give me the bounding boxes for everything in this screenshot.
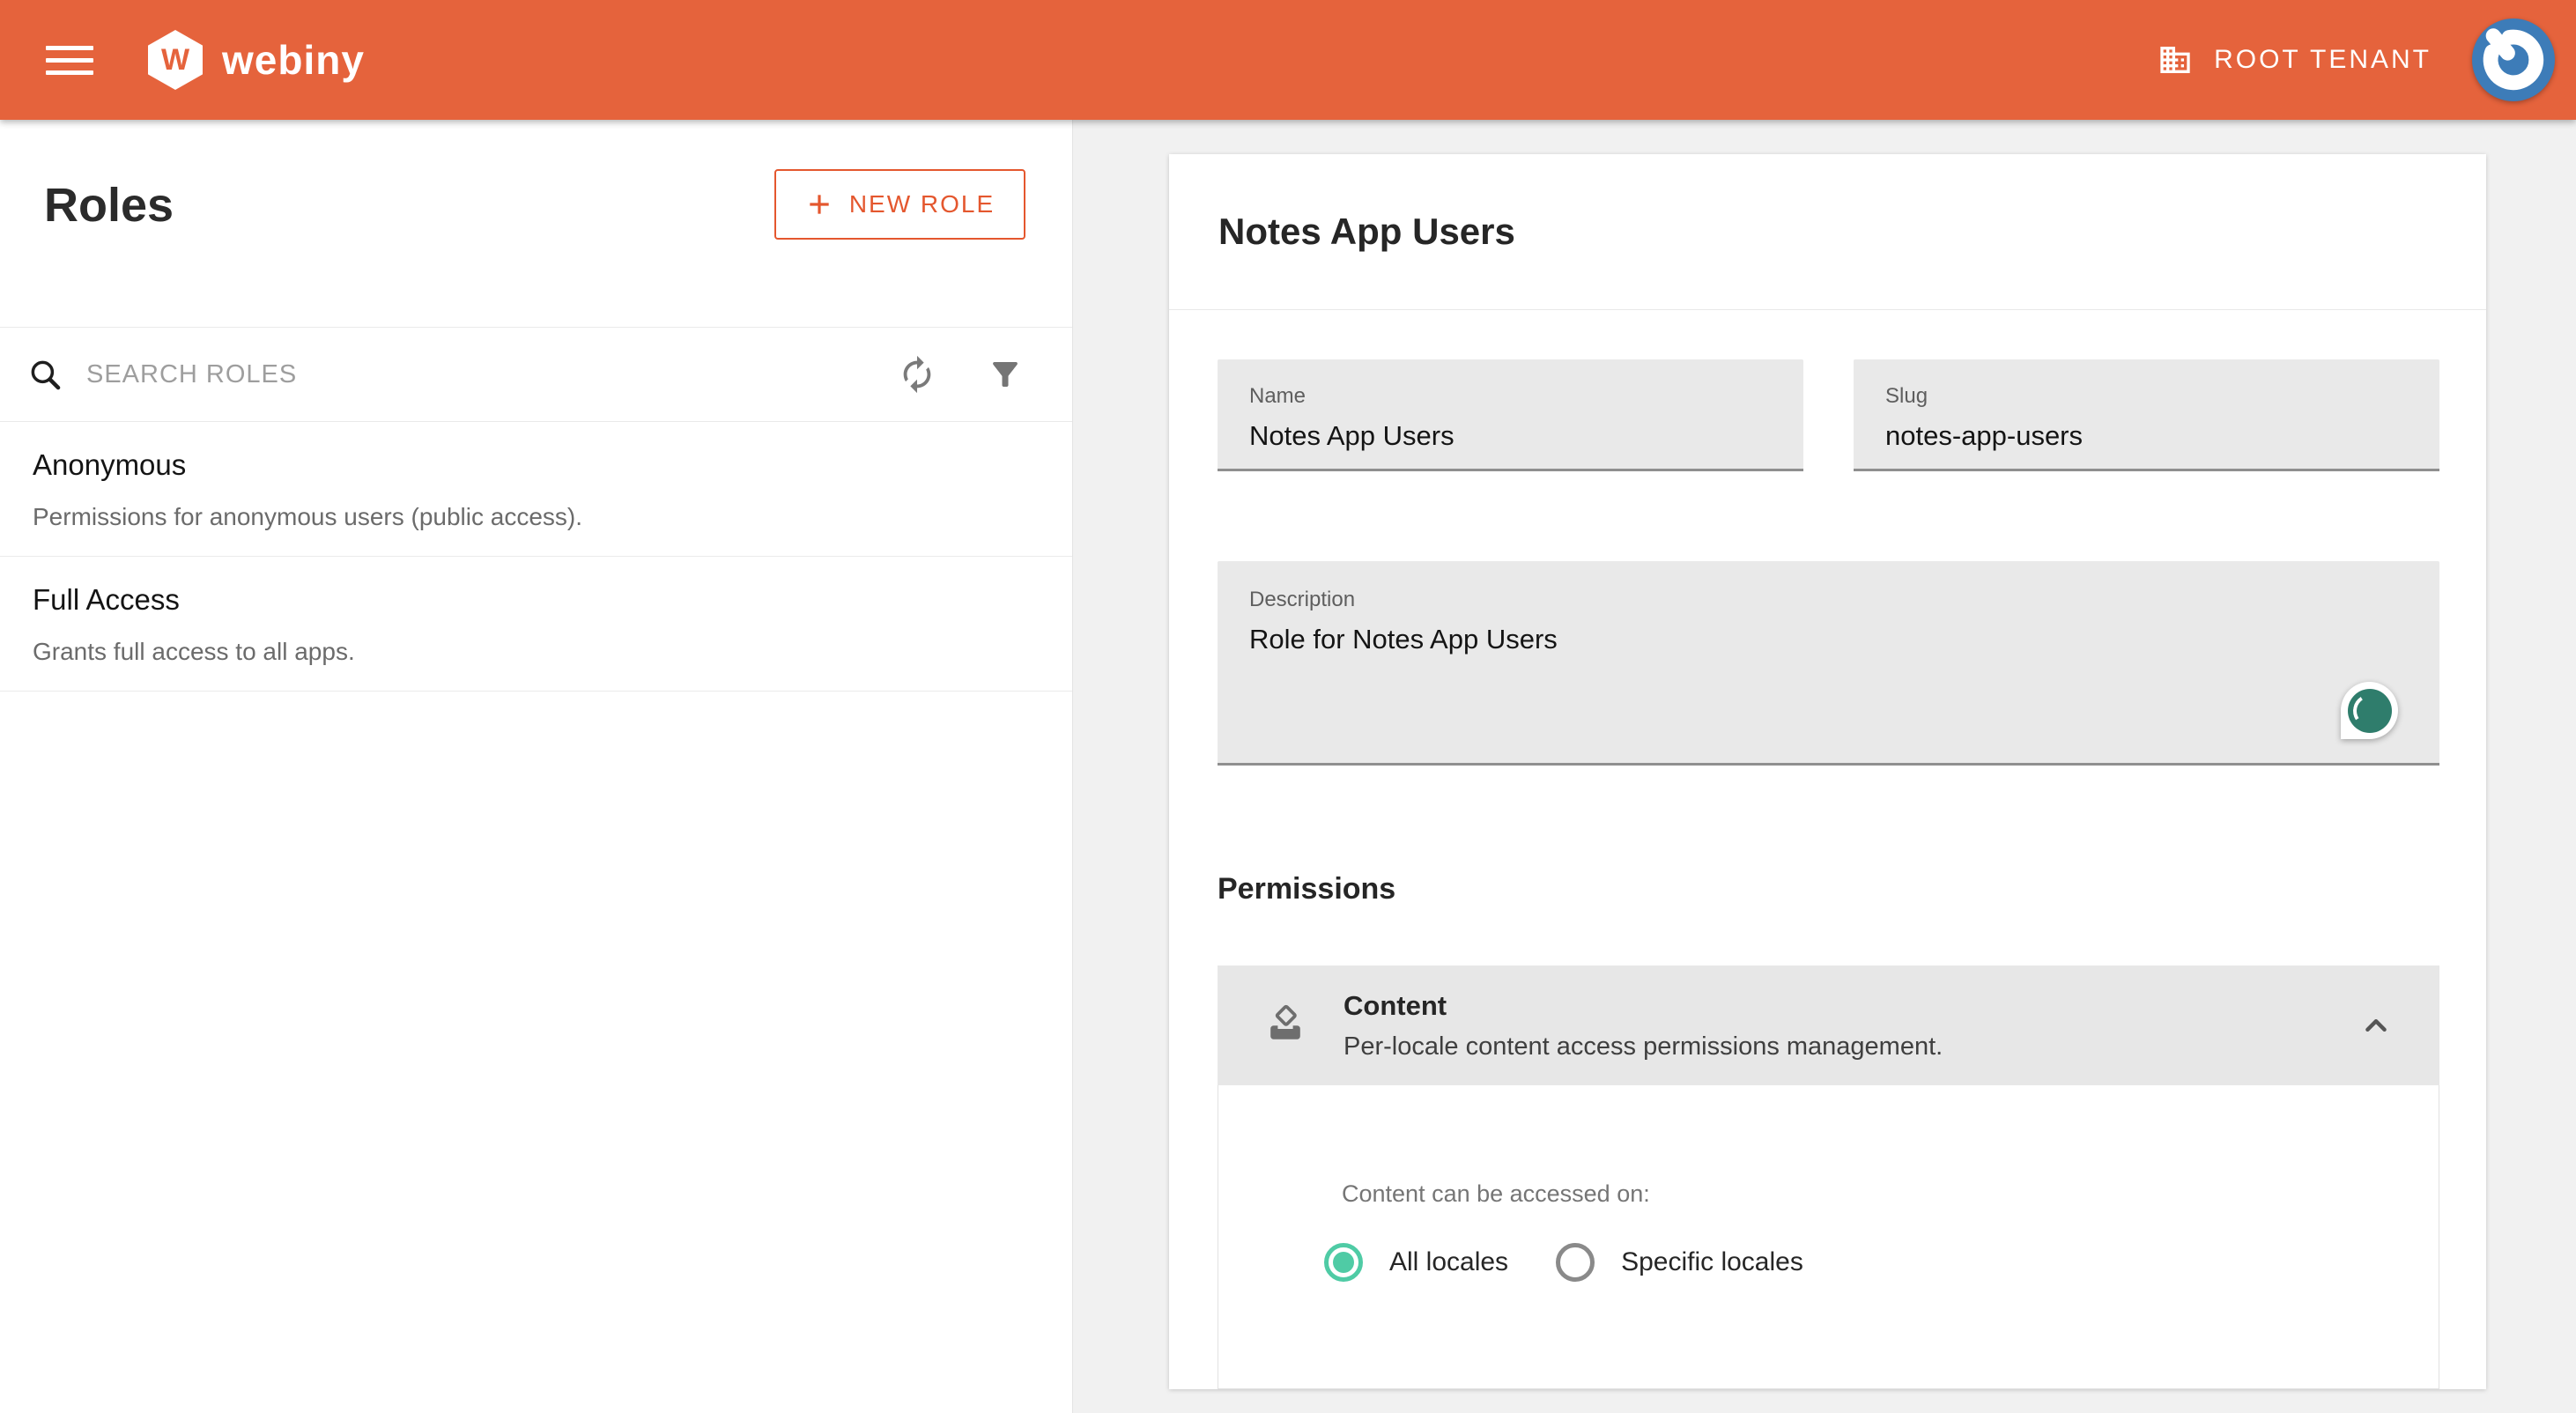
name-slug-row: Name Notes App Users Slug notes-app-user… xyxy=(1218,359,2439,471)
roles-sidebar: Roles NEW ROLE xyxy=(0,120,1073,1413)
sidebar-header: Roles NEW ROLE xyxy=(0,120,1072,327)
top-bar-right: ROOT TENANT xyxy=(2158,18,2576,101)
search-icon xyxy=(26,356,63,393)
radio-all-locales-label: All locales xyxy=(1389,1247,1508,1277)
radio-specific-locales-label: Specific locales xyxy=(1621,1247,1803,1277)
description-field-label: Description xyxy=(1249,588,2439,612)
description-field-value: Role for Notes App Users xyxy=(1249,624,2439,655)
chat-widget-button[interactable] xyxy=(2341,682,2398,739)
search-input[interactable] xyxy=(86,360,897,389)
plus-icon xyxy=(805,190,833,218)
filter-icon xyxy=(987,356,1024,393)
new-role-button[interactable]: NEW ROLE xyxy=(774,169,1025,240)
building-icon xyxy=(2158,42,2193,78)
menu-bar xyxy=(46,70,93,75)
user-avatar[interactable] xyxy=(2472,18,2555,101)
role-item-description: Grants full access to all apps. xyxy=(33,638,1037,666)
gravatar-icon xyxy=(2472,18,2555,101)
refresh-button[interactable] xyxy=(897,354,937,395)
role-list-item-full-access[interactable]: Full Access Grants full access to all ap… xyxy=(0,557,1072,692)
menu-bar xyxy=(46,58,93,63)
page-title: Roles xyxy=(44,178,174,233)
new-role-label: NEW ROLE xyxy=(849,190,995,218)
top-bar: W webiny ROOT TENANT xyxy=(0,0,2576,120)
role-item-title: Anonymous xyxy=(33,448,1037,482)
ballot-box-icon xyxy=(1264,1004,1307,1047)
tenant-label: ROOT TENANT xyxy=(2214,45,2432,75)
accordion-subtitle: Per-locale content access permissions ma… xyxy=(1344,1032,1943,1062)
menu-bar xyxy=(46,46,93,50)
name-field[interactable]: Name Notes App Users xyxy=(1218,359,1803,471)
brand-wordmark: webiny xyxy=(222,36,365,84)
radio-all-locales[interactable] xyxy=(1324,1243,1363,1282)
slug-field[interactable]: Slug notes-app-users xyxy=(1854,359,2439,471)
locale-access-radio-group: All locales Specific locales xyxy=(1324,1243,1803,1282)
permissions-heading: Permissions xyxy=(1218,874,2439,904)
role-form: Name Notes App Users Slug notes-app-user… xyxy=(1169,310,2486,1389)
role-list-item-anonymous[interactable]: Anonymous Permissions for anonymous user… xyxy=(0,422,1072,557)
slug-field-value: notes-app-users xyxy=(1885,420,2439,452)
radio-option-all-locales[interactable]: All locales xyxy=(1324,1243,1508,1282)
role-detail-card: Notes App Users Name Notes App Users Slu… xyxy=(1169,154,2486,1389)
name-field-label: Name xyxy=(1249,384,1803,409)
chevron-up-icon[interactable] xyxy=(2356,1005,2396,1046)
accordion-text: Content Per-locale content access permis… xyxy=(1344,990,1943,1062)
tenant-selector[interactable]: ROOT TENANT xyxy=(2158,42,2432,78)
refresh-icon xyxy=(897,354,937,395)
content-permission-accordion: Content Per-locale content access permis… xyxy=(1218,965,2439,1389)
content-accordion-body: Content can be accessed on: All locales … xyxy=(1218,1085,2439,1389)
filter-button[interactable] xyxy=(987,356,1024,393)
menu-icon[interactable] xyxy=(46,46,93,75)
name-field-value: Notes App Users xyxy=(1249,420,1803,452)
content-accordion-header[interactable]: Content Per-locale content access permis… xyxy=(1218,965,2439,1085)
chat-widget-spinner xyxy=(2350,691,2389,730)
radio-specific-locales[interactable] xyxy=(1556,1243,1595,1282)
accordion-title: Content xyxy=(1344,990,1943,1022)
logo-letter: W xyxy=(161,45,189,75)
webiny-logo[interactable]: W webiny xyxy=(148,30,365,90)
content-access-label: Content can be accessed on: xyxy=(1342,1180,1650,1208)
role-detail-title: Notes App Users xyxy=(1218,211,1515,253)
search-bar xyxy=(0,327,1072,422)
role-detail-header: Notes App Users xyxy=(1169,154,2486,310)
slug-field-label: Slug xyxy=(1885,384,2439,409)
role-item-description: Permissions for anonymous users (public … xyxy=(33,503,1037,531)
description-field[interactable]: Description Role for Notes App Users xyxy=(1218,561,2439,766)
logo-hexagon-icon: W xyxy=(148,30,203,90)
role-item-title: Full Access xyxy=(33,583,1037,617)
role-detail-area: Notes App Users Name Notes App Users Slu… xyxy=(1073,120,2576,1413)
chat-widget-icon xyxy=(2348,689,2392,733)
radio-option-specific-locales[interactable]: Specific locales xyxy=(1556,1243,1803,1282)
